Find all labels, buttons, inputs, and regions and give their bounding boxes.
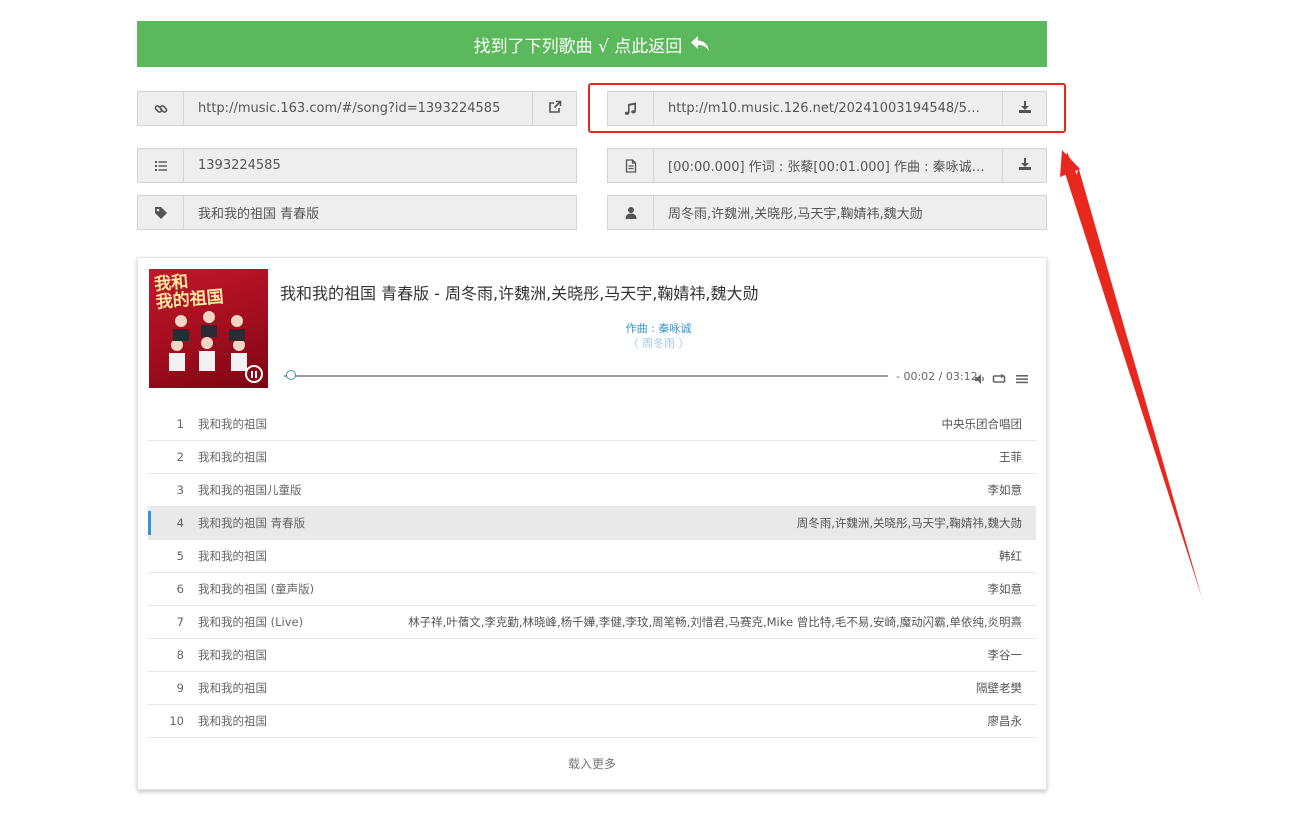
back-banner-button[interactable]: 找到了下列歌曲 √ 点此返回	[137, 21, 1047, 67]
download-audio-button[interactable]	[1002, 92, 1046, 125]
now-playing-title: 我和我的祖国 青春版 - 周冬雨,许魏洲,关晓彤,马天宇,鞠婧祎,魏大勋	[280, 284, 759, 303]
banner-text: 找到了下列歌曲 √ 点此返回	[473, 36, 683, 57]
progress-bar[interactable]	[280, 369, 888, 383]
audio-url-input[interactable]: http://m10.music.126.net/20241003194548/…	[654, 92, 1002, 125]
track-artist: 李谷一	[987, 648, 1023, 662]
list-icon	[138, 149, 184, 182]
song-url-field: http://music.163.com/#/song?id=139322458…	[137, 91, 577, 126]
external-link-icon	[548, 99, 562, 118]
cover-artwork	[169, 311, 247, 371]
track-number: 4	[176, 516, 184, 530]
load-more-button[interactable]: 载入更多	[138, 755, 1046, 772]
progress-track	[284, 375, 888, 377]
track-number: 6	[176, 582, 184, 596]
volume-icon	[974, 370, 986, 389]
track-artist: 林子祥,叶蒨文,李克勤,林晓峰,杨千嬅,李健,李玟,周笔畅,刘惜君,马赛克,Mi…	[408, 615, 1022, 629]
time-display: - 00:02 / 03:12	[896, 370, 978, 383]
artist-field: 周冬雨,许魏洲,关晓彤,马天宇,鞠婧祎,魏大勋	[607, 195, 1047, 230]
track-title: 我和我的祖国 青春版	[198, 516, 306, 530]
loop-icon	[992, 370, 1006, 389]
track-artist: 王菲	[999, 450, 1022, 464]
track-title: 我和我的祖国	[198, 417, 267, 431]
track-title: 我和我的祖国	[198, 714, 267, 728]
track-number: 8	[176, 648, 184, 662]
audio-url-field: http://m10.music.126.net/20241003194548/…	[607, 91, 1047, 126]
track-artist: 周冬雨,许魏洲,关晓彤,马天宇,鞠婧祎,魏大勋	[796, 516, 1022, 530]
track-number: 5	[176, 549, 184, 563]
playlist-row[interactable]: 2 我和我的祖国 王菲	[148, 441, 1036, 474]
lyrics-input[interactable]: [00:00.000] 作词 : 张藜[00:01.000] 作曲 : 秦咏诚[…	[654, 149, 1002, 182]
track-title: 我和我的祖国	[198, 681, 267, 695]
lyric-current-line: 作曲 : 秦咏诚	[625, 322, 692, 335]
playlist-row[interactable]: 6 我和我的祖国 (童声版) 李如意	[148, 573, 1036, 606]
song-title-field: 我和我的祖国 青春版	[137, 195, 577, 230]
track-artist: 中央乐团合唱团	[941, 417, 1023, 431]
track-title: 我和我的祖国	[198, 648, 267, 662]
loop-button[interactable]	[992, 370, 1006, 389]
cover-title: 我和 我的祖国	[153, 272, 225, 313]
playlist-row[interactable]: 3 我和我的祖国儿童版 李如意	[148, 474, 1036, 507]
track-artist: 隔壁老樊	[976, 681, 1022, 695]
track-title: 我和我的祖国	[198, 450, 267, 464]
artist-input[interactable]: 周冬雨,许魏洲,关晓彤,马天宇,鞠婧祎,魏大勋	[654, 196, 1046, 229]
lyric-next-line: （ 周冬雨 ）	[627, 337, 690, 350]
music-player: 我和 我的祖国 我和我的祖国 青春版 - 周冬雨,许魏洲,关晓彤,马天宇,鞠婧祎…	[137, 257, 1047, 790]
reply-arrow-icon	[690, 35, 710, 53]
menu-icon	[1016, 370, 1028, 389]
playlist-row[interactable]: 8 我和我的祖国 李谷一	[148, 639, 1036, 672]
playlist: 1 我和我的祖国 中央乐团合唱团 2 我和我的祖国 王菲 3 我和我的祖国儿童版 李如意 4 我和我…	[148, 408, 1036, 738]
playlist-row[interactable]: 1 我和我的祖国 中央乐团合唱团	[148, 408, 1036, 441]
track-number: 10	[169, 714, 184, 728]
track-artist: 廖昌永	[987, 714, 1023, 728]
track-title: 我和我的祖国	[198, 549, 267, 563]
playlist-row[interactable]: 9 我和我的祖国 隔壁老樊	[148, 672, 1036, 705]
pause-button[interactable]	[245, 365, 263, 383]
open-external-button[interactable]	[532, 92, 576, 125]
user-icon	[608, 196, 654, 229]
lyrics-field: [00:00.000] 作词 : 张藜[00:01.000] 作曲 : 秦咏诚[…	[607, 148, 1047, 183]
playlist-row[interactable]: 7 我和我的祖国 (Live) 林子祥,叶蒨文,李克勤,林晓峰,杨千嬅,李健,李玟,…	[148, 606, 1036, 639]
track-artist: 李如意	[987, 582, 1023, 596]
download-icon	[1018, 156, 1032, 175]
track-number: 7	[176, 615, 184, 629]
playlist-toggle-button[interactable]	[1016, 370, 1028, 389]
playlist-row[interactable]: 4 我和我的祖国 青春版 周冬雨,许魏洲,关晓彤,马天宇,鞠婧祎,魏大勋	[148, 507, 1036, 540]
track-artist: 韩红	[999, 549, 1022, 563]
tag-icon	[138, 196, 184, 229]
song-id-input[interactable]: 1393224585	[184, 149, 576, 182]
music-note-icon	[608, 92, 654, 125]
link-icon	[138, 92, 184, 125]
volume-button[interactable]	[974, 370, 986, 389]
song-id-field: 1393224585	[137, 148, 577, 183]
download-icon	[1018, 99, 1032, 118]
track-artist: 李如意	[987, 483, 1023, 497]
track-number: 2	[176, 450, 184, 464]
track-number: 3	[176, 483, 184, 497]
track-title: 我和我的祖国 (童声版)	[198, 582, 315, 596]
document-icon	[608, 149, 654, 182]
album-cover[interactable]: 我和 我的祖国	[149, 269, 268, 388]
track-title: 我和我的祖国儿童版	[198, 483, 302, 497]
song-url-input[interactable]: http://music.163.com/#/song?id=139322458…	[184, 92, 532, 125]
playlist-row[interactable]: 5 我和我的祖国 韩红	[148, 540, 1036, 573]
track-title: 我和我的祖国 (Live)	[198, 615, 304, 629]
progress-knob[interactable]	[286, 370, 296, 380]
song-title-input[interactable]: 我和我的祖国 青春版	[184, 196, 576, 229]
track-number: 1	[176, 417, 184, 431]
track-number: 9	[176, 681, 184, 695]
playlist-row[interactable]: 10 我和我的祖国 廖昌永	[148, 705, 1036, 738]
download-lyrics-button[interactable]	[1002, 149, 1046, 182]
